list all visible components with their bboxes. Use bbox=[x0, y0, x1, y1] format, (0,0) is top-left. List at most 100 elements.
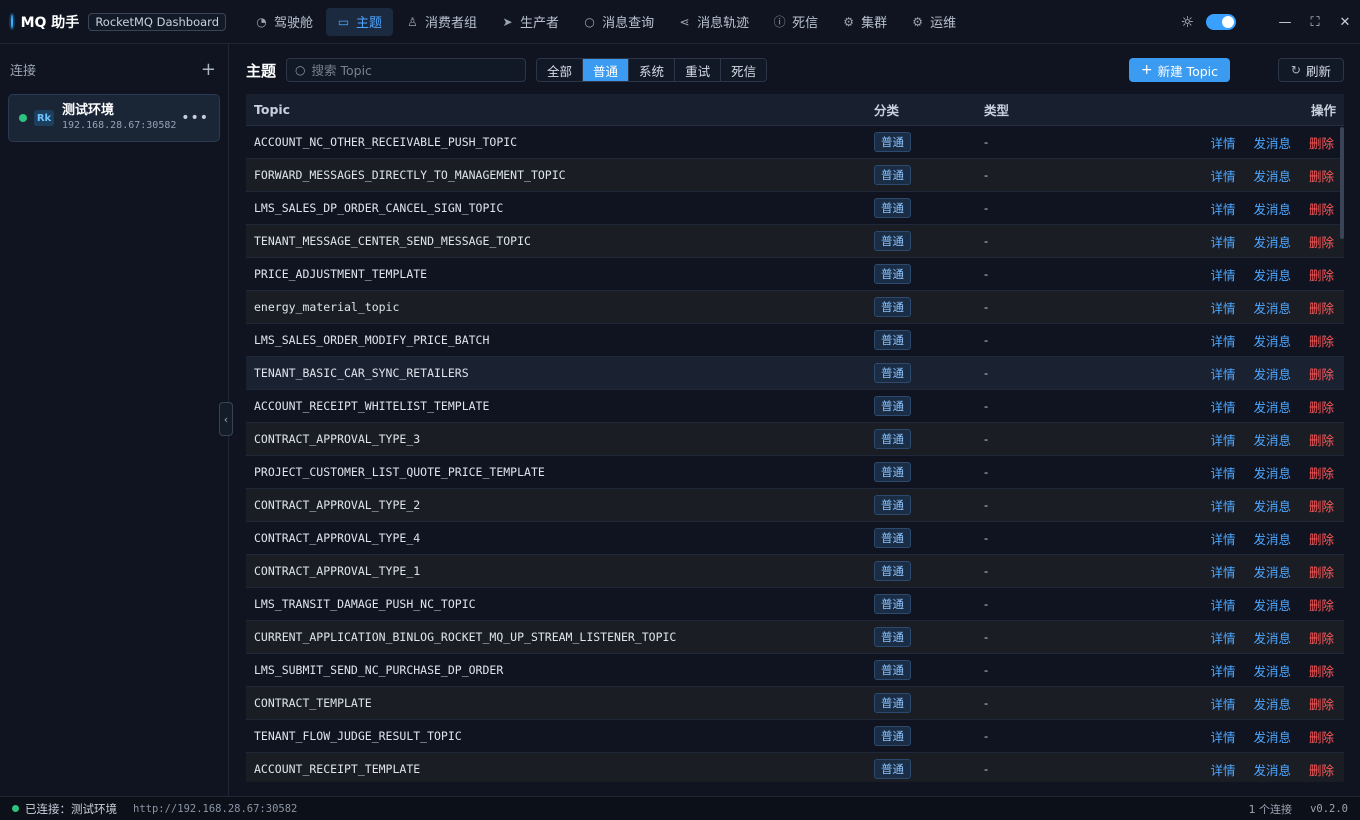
send-message-link[interactable]: 发消息 bbox=[1253, 265, 1291, 284]
table-row[interactable]: CONTRACT_APPROVAL_TYPE_3 普通 - 详情 发消息 删除 bbox=[246, 423, 1344, 456]
detail-link[interactable]: 详情 bbox=[1210, 364, 1235, 383]
delete-link[interactable]: 删除 bbox=[1309, 364, 1334, 383]
detail-link[interactable]: 详情 bbox=[1210, 727, 1235, 746]
detail-link[interactable]: 详情 bbox=[1210, 694, 1235, 713]
delete-link[interactable]: 删除 bbox=[1309, 760, 1334, 779]
filter-option[interactable]: 普通 bbox=[583, 59, 630, 81]
send-message-link[interactable]: 发消息 bbox=[1253, 166, 1291, 185]
table-row[interactable]: ACCOUNT_RECEIPT_WHITELIST_TEMPLATE 普通 - 详情发… bbox=[246, 390, 1344, 423]
table-row[interactable]: TENANT_MESSAGE_CENTER_SEND_MESSAGE_TOPIC… bbox=[246, 225, 1344, 258]
delete-link[interactable]: 删除 bbox=[1309, 430, 1334, 449]
send-message-link[interactable]: 发消息 bbox=[1253, 760, 1291, 779]
table-row[interactable]: ACCOUNT_NC_OTHER_RECEIVABLE_PUSH_TOPIC 普通… bbox=[246, 126, 1344, 159]
send-message-link[interactable]: 发消息 bbox=[1253, 628, 1291, 647]
send-message-link[interactable]: 发消息 bbox=[1253, 364, 1291, 383]
delete-link[interactable]: 删除 bbox=[1309, 133, 1334, 152]
delete-link[interactable]: 删除 bbox=[1309, 529, 1334, 548]
delete-link[interactable]: 删除 bbox=[1309, 166, 1334, 185]
more-icon[interactable]: ••• bbox=[181, 110, 209, 126]
filter-option[interactable]: 全部 bbox=[537, 59, 584, 81]
nav-item-2[interactable]: ▭ 主题 bbox=[326, 7, 394, 36]
nav-item-4[interactable]: ➤ 生产者 bbox=[490, 8, 570, 36]
table-row[interactable]: LMS_SUBMIT_SEND_NC_PURCHASE_DP_ORDER 普通 - 详… bbox=[246, 654, 1344, 687]
table-row[interactable]: CONTRACT_APPROVAL_TYPE_1 普通 - 详情 发消息 删除 bbox=[246, 555, 1344, 588]
detail-link[interactable]: 详情 bbox=[1210, 133, 1235, 152]
table-row[interactable]: energy_material_topic 普通 - 详情 发消息 删除 bbox=[246, 291, 1344, 324]
delete-link[interactable]: 删除 bbox=[1309, 562, 1334, 581]
detail-link[interactable]: 详情 bbox=[1210, 199, 1235, 218]
new-topic-button[interactable]: + 新建 Topic bbox=[1128, 58, 1230, 82]
send-message-link[interactable]: 发消息 bbox=[1253, 463, 1291, 482]
nav-item-9[interactable]: ⚙ 运维 bbox=[900, 8, 967, 36]
send-message-link[interactable]: 发消息 bbox=[1253, 529, 1291, 548]
table-row[interactable]: TENANT_BASIC_CAR_SYNC_RETAILERS 普通 - 详情 发消息删… bbox=[246, 357, 1344, 390]
detail-link[interactable]: 详情 bbox=[1210, 661, 1235, 680]
add-connection-icon[interactable]: + bbox=[201, 59, 216, 80]
filter-option[interactable]: 重试 bbox=[675, 59, 722, 81]
nav-item-8[interactable]: ⚙ 集群 bbox=[831, 8, 898, 36]
table-row[interactable]: CONTRACT_APPROVAL_TYPE_4 普通 - 详情 发消息 删除 bbox=[246, 522, 1344, 555]
detail-link[interactable]: 详情 bbox=[1210, 562, 1235, 581]
table-row[interactable]: FORWARD_MESSAGES_DIRECTLY_TO_MANAGEMENT_… bbox=[246, 159, 1344, 192]
filter-option[interactable]: 系统 bbox=[629, 59, 676, 81]
delete-link[interactable]: 删除 bbox=[1309, 331, 1334, 350]
send-message-link[interactable]: 发消息 bbox=[1253, 397, 1291, 416]
delete-link[interactable]: 删除 bbox=[1309, 265, 1334, 284]
send-message-link[interactable]: 发消息 bbox=[1253, 232, 1291, 251]
table-row[interactable]: PROJECT_CUSTOMER_LIST_QUOTE_PRICE_TEMPLA… bbox=[246, 456, 1344, 489]
detail-link[interactable]: 详情 bbox=[1210, 265, 1235, 284]
send-message-link[interactable]: 发消息 bbox=[1253, 496, 1291, 515]
sun-icon[interactable]: ☼ bbox=[1181, 13, 1194, 31]
table-row[interactable]: CONTRACT_APPROVAL_TYPE_2 普通 - 详情 发消息 删除 bbox=[246, 489, 1344, 522]
nav-item-1[interactable]: ◔ 驾驶舱 bbox=[244, 8, 324, 36]
detail-link[interactable]: 详情 bbox=[1210, 628, 1235, 647]
send-message-link[interactable]: 发消息 bbox=[1253, 595, 1291, 614]
send-message-link[interactable]: 发消息 bbox=[1253, 199, 1291, 218]
send-message-link[interactable]: 发消息 bbox=[1253, 727, 1291, 746]
delete-link[interactable]: 删除 bbox=[1309, 298, 1334, 317]
collapse-sidebar-handle[interactable]: ‹ bbox=[219, 402, 233, 436]
send-message-link[interactable]: 发消息 bbox=[1253, 430, 1291, 449]
delete-link[interactable]: 删除 bbox=[1309, 496, 1334, 515]
theme-toggle[interactable] bbox=[1206, 14, 1236, 30]
header-topic[interactable]: Topic bbox=[246, 102, 874, 117]
search-input[interactable] bbox=[311, 62, 512, 78]
detail-link[interactable]: 详情 bbox=[1210, 397, 1235, 416]
send-message-link[interactable]: 发消息 bbox=[1253, 331, 1291, 350]
detail-link[interactable]: 详情 bbox=[1210, 463, 1235, 482]
table-row[interactable]: CONTRACT_TEMPLATE 普通 - 详情 发消息 删除 bbox=[246, 687, 1344, 720]
delete-link[interactable]: 删除 bbox=[1309, 661, 1334, 680]
delete-link[interactable]: 删除 bbox=[1309, 397, 1334, 416]
detail-link[interactable]: 详情 bbox=[1210, 331, 1235, 350]
detail-link[interactable]: 详情 bbox=[1210, 595, 1235, 614]
filter-option[interactable]: 死信 bbox=[721, 59, 767, 81]
table-row[interactable]: CURRENT_APPLICATION_BINLOG_ROCKET_MQ_UP_… bbox=[246, 621, 1344, 654]
detail-link[interactable]: 详情 bbox=[1210, 298, 1235, 317]
detail-link[interactable]: 详情 bbox=[1210, 166, 1235, 185]
table-row[interactable]: LMS_SALES_ORDER_MODIFY_PRICE_BATCH 普通 - 详情发… bbox=[246, 324, 1344, 357]
send-message-link[interactable]: 发消息 bbox=[1253, 562, 1291, 581]
nav-item-3[interactable]: ♙ 消费者组 bbox=[395, 8, 488, 36]
table-row[interactable]: PRICE_ADJUSTMENT_TEMPLATE 普通 - 详情 发消息 删除 bbox=[246, 258, 1344, 291]
delete-link[interactable]: 删除 bbox=[1309, 199, 1334, 218]
table-row[interactable]: LMS_TRANSIT_DAMAGE_PUSH_NC_TOPIC 普通 - 详情 发消息… bbox=[246, 588, 1344, 621]
delete-link[interactable]: 删除 bbox=[1309, 727, 1334, 746]
send-message-link[interactable]: 发消息 bbox=[1253, 298, 1291, 317]
detail-link[interactable]: 详情 bbox=[1210, 232, 1235, 251]
nav-item-5[interactable]: ○ 消息查询 bbox=[572, 8, 665, 36]
delete-link[interactable]: 删除 bbox=[1309, 232, 1334, 251]
send-message-link[interactable]: 发消息 bbox=[1253, 694, 1291, 713]
delete-link[interactable]: 删除 bbox=[1309, 463, 1334, 482]
detail-link[interactable]: 详情 bbox=[1210, 760, 1235, 779]
minimize-icon[interactable]: — bbox=[1270, 15, 1300, 30]
send-message-link[interactable]: 发消息 bbox=[1253, 133, 1291, 152]
delete-link[interactable]: 删除 bbox=[1309, 595, 1334, 614]
table-row[interactable]: ACCOUNT_RECEIPT_TEMPLATE 普通 - 详情 发消息 删除 bbox=[246, 753, 1344, 782]
table-row[interactable]: TENANT_FLOW_JUDGE_RESULT_TOPIC 普通 - 详情 发消息 删除 bbox=[246, 720, 1344, 753]
delete-link[interactable]: 删除 bbox=[1309, 694, 1334, 713]
nav-item-7[interactable]: ⓘ 死信 bbox=[762, 8, 829, 36]
delete-link[interactable]: 删除 bbox=[1309, 628, 1334, 647]
send-message-link[interactable]: 发消息 bbox=[1253, 661, 1291, 680]
table-row[interactable]: LMS_SALES_DP_ORDER_CANCEL_SIGN_TOPIC 普通 - 详… bbox=[246, 192, 1344, 225]
detail-link[interactable]: 详情 bbox=[1210, 430, 1235, 449]
